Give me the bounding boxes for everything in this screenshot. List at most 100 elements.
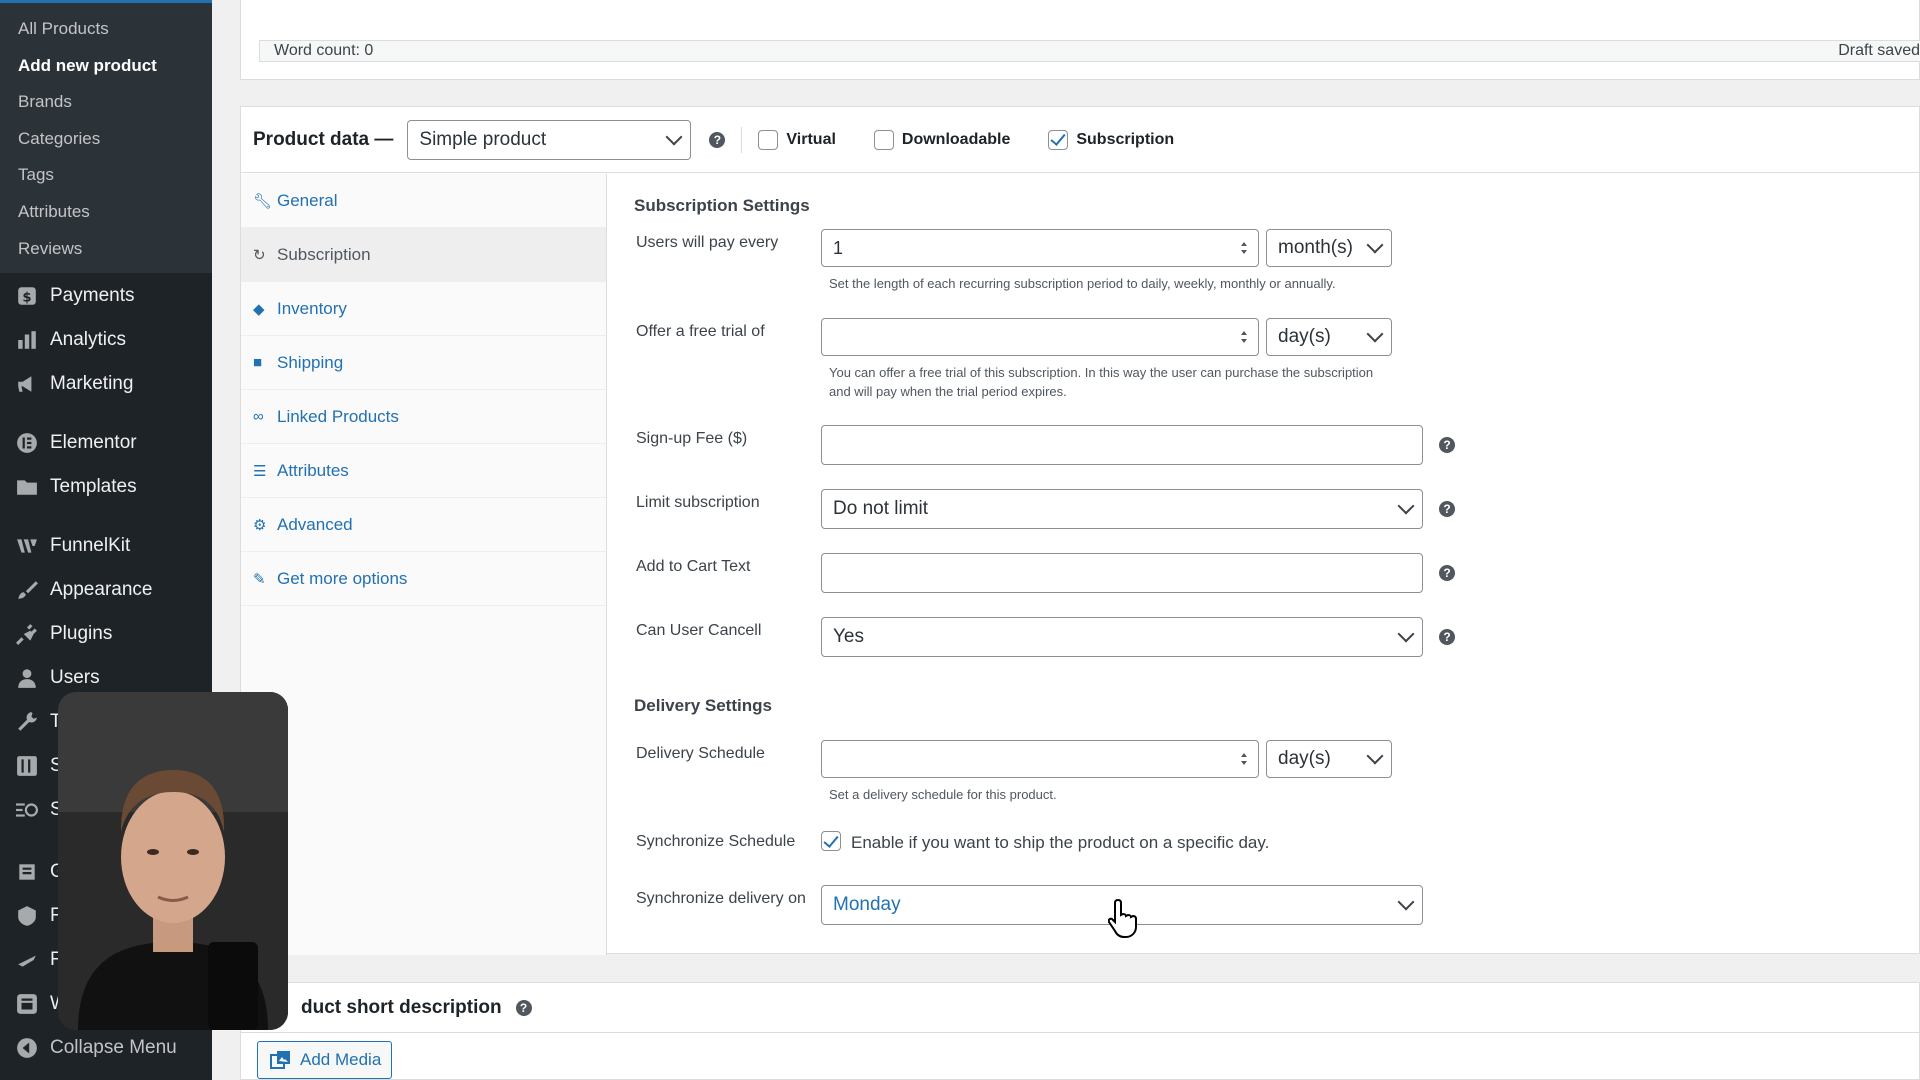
product-type-select[interactable]: Simple product — [407, 119, 692, 160]
trial-unit-select[interactable]: day(s) — [1266, 318, 1392, 356]
tab-linked-products[interactable]: ∞ Linked Products — [241, 390, 606, 444]
tab-subscription[interactable]: ↻ Subscription — [241, 228, 606, 282]
toggle-icon — [14, 797, 40, 823]
product-data-tabs: 🔧︎ General ↻ Subscription ◆ Inventory ■ Ship… — [241, 174, 607, 955]
help-icon[interactable]: ? — [1439, 501, 1455, 517]
help-icon[interactable]: ? — [709, 131, 726, 148]
delivery-schedule-input[interactable] — [821, 740, 1259, 778]
tab-get-more-options[interactable]: ✎ Get more options — [241, 552, 606, 606]
delivery-schedule-unit-select[interactable]: day(s) — [1266, 740, 1392, 778]
subscription-checkbox[interactable] — [1048, 129, 1069, 150]
svg-text:$: $ — [22, 291, 31, 306]
spinner-icon[interactable] — [1240, 240, 1248, 256]
help-icon[interactable]: ? — [1439, 629, 1455, 645]
settings-icon — [14, 753, 40, 779]
pay-every-input[interactable]: 1 — [821, 229, 1259, 267]
paintbrush-icon — [14, 577, 40, 603]
pay-every-unit-value: month(s) — [1278, 237, 1353, 258]
cart-text-label: Add to Cart Text — [636, 558, 751, 575]
delivery-schedule-unit-value: day(s) — [1278, 748, 1331, 769]
cancel-select[interactable]: Yes — [821, 617, 1423, 657]
delivery-schedule-description: Set a delivery schedule for this product… — [829, 787, 1057, 802]
menu-marketing[interactable]: Marketing — [0, 362, 212, 406]
wrench-icon — [14, 709, 40, 735]
pay-every-description: Set the length of each recurring subscri… — [829, 276, 1336, 291]
elementor-icon — [14, 430, 40, 456]
delivery-settings-title: Delivery Settings — [634, 696, 772, 715]
folder-icon — [14, 474, 40, 500]
submenu-categories[interactable]: Categories — [0, 121, 212, 158]
refresh-icon: ↻ — [253, 246, 266, 264]
virtual-checkbox[interactable] — [758, 129, 779, 150]
hand-cursor-icon — [1108, 898, 1137, 938]
plug-icon: ✎ — [253, 570, 266, 588]
tab-label: Subscription — [277, 244, 371, 264]
help-icon[interactable]: ? — [1439, 437, 1455, 453]
limit-subscription-value: Do not limit — [833, 498, 929, 519]
sync-schedule-text: Enable if you want to ship the product o… — [851, 833, 1270, 852]
menu-label: Analytics — [50, 329, 127, 350]
sync-schedule-label: Synchronize Schedule — [636, 833, 796, 850]
tab-label: Inventory — [277, 298, 347, 318]
sync-schedule-checkbox[interactable] — [821, 831, 841, 851]
add-media-label: Add Media — [300, 1050, 382, 1069]
tab-shipping[interactable]: ■ Shipping — [241, 336, 606, 390]
wrench-icon: 🔧︎ — [253, 192, 273, 210]
submenu-attributes[interactable]: Attributes — [0, 194, 212, 231]
spinner-icon[interactable] — [1240, 751, 1248, 767]
trial-label: Offer a free trial of — [636, 323, 765, 340]
feather-icon — [14, 947, 40, 973]
chevron-down-icon — [1397, 893, 1415, 911]
menu-collapse[interactable]: Collapse Menu — [0, 1026, 212, 1070]
tab-label: Linked Products — [277, 406, 399, 426]
pay-every-label: Users will pay every — [636, 234, 779, 251]
signup-fee-input[interactable] — [821, 425, 1423, 465]
menu-templates[interactable]: Templates — [0, 465, 212, 509]
cart-text-input[interactable] — [821, 553, 1423, 593]
tab-advanced[interactable]: ⚙ Advanced — [241, 498, 606, 552]
submenu-tags[interactable]: Tags — [0, 157, 212, 194]
limit-subscription-label: Limit subscription — [636, 494, 760, 511]
spinner-icon[interactable] — [1240, 329, 1248, 345]
sync-delivery-on-label: Synchronize delivery on — [636, 890, 806, 907]
products-submenu: All Products Add new product Brands Cate… — [0, 3, 212, 273]
submenu-all-products[interactable]: All Products — [0, 11, 212, 48]
user-icon — [14, 665, 40, 691]
limit-subscription-select[interactable]: Do not limit — [821, 489, 1423, 529]
draft-status: Draft saved — [1838, 42, 1920, 59]
menu-payments[interactable]: $ Payments — [0, 274, 212, 318]
chevron-down-icon — [1397, 625, 1415, 643]
tab-attributes[interactable]: ☰ Attributes — [241, 444, 606, 498]
short-description-header: duct short description ? — [241, 983, 1919, 1033]
pay-every-value: 1 — [833, 237, 844, 258]
menu-funnelkit[interactable]: FunnelKit — [0, 524, 212, 568]
chevron-down-icon — [1366, 236, 1384, 254]
chevron-down-icon — [1366, 747, 1384, 765]
word-count: Word count: 0 — [274, 42, 374, 59]
menu-plugins[interactable]: Plugins — [0, 612, 212, 656]
menu-analytics[interactable]: Analytics — [0, 318, 212, 362]
truck-icon: ■ — [253, 354, 263, 371]
dollar-icon: $ — [14, 283, 40, 309]
help-icon[interactable]: ? — [1439, 565, 1455, 581]
trial-input[interactable] — [821, 318, 1259, 356]
tab-inventory[interactable]: ◆ Inventory — [241, 282, 606, 336]
subscription-panel: Subscription Settings Users will pay eve… — [608, 174, 1920, 955]
help-icon[interactable]: ? — [515, 999, 532, 1016]
menu-appearance[interactable]: Appearance — [0, 568, 212, 612]
submenu-reviews[interactable]: Reviews — [0, 231, 212, 268]
tab-label: Advanced — [277, 514, 353, 534]
downloadable-checkbox[interactable] — [873, 129, 894, 150]
tab-general[interactable]: 🔧︎ General — [241, 174, 606, 228]
media-icon — [270, 1051, 290, 1069]
menu-elementor[interactable]: Elementor — [0, 421, 212, 465]
main-content: Word count: 0 Draft saved Product data —… — [212, 0, 1920, 1080]
delivery-schedule-label: Delivery Schedule — [636, 745, 765, 762]
divider — [741, 126, 743, 153]
pay-every-unit-select[interactable]: month(s) — [1266, 229, 1392, 267]
subscription-settings-title: Subscription Settings — [634, 196, 810, 215]
add-media-button[interactable]: Add Media — [257, 1041, 393, 1079]
tab-label: Shipping — [277, 352, 344, 372]
submenu-brands[interactable]: Brands — [0, 84, 212, 121]
submenu-add-new-product[interactable]: Add new product — [0, 48, 212, 85]
